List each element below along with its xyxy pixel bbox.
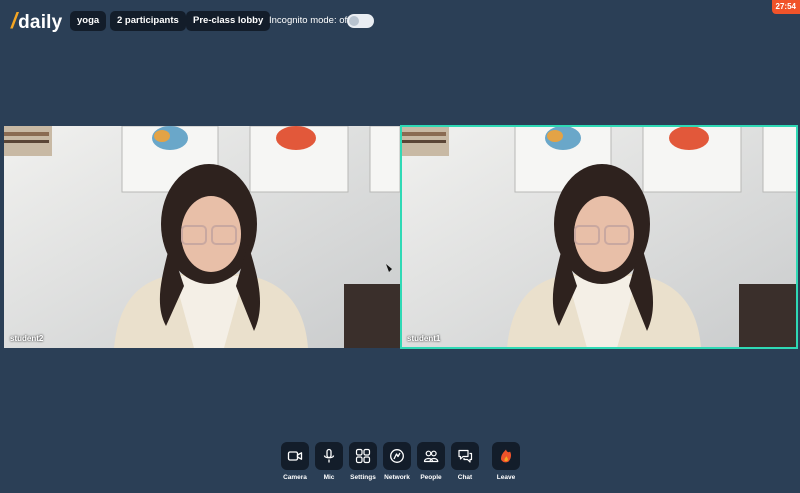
toggle-knob bbox=[349, 16, 359, 26]
video-frame-illustration bbox=[4, 126, 400, 348]
video-tile-student2[interactable]: student2 bbox=[4, 126, 400, 348]
chat-icon bbox=[458, 449, 473, 463]
chat-button[interactable]: Chat bbox=[448, 442, 482, 481]
settings-icon bbox=[355, 448, 371, 464]
session-timer: 27:54 bbox=[771, 0, 800, 14]
logo-slash: / bbox=[11, 8, 18, 33]
call-controls-bar: Camera Mic Settings Network People Chat … bbox=[0, 442, 800, 487]
camera-label: Camera bbox=[283, 474, 307, 481]
mic-label: Mic bbox=[323, 474, 335, 481]
incognito-label: Incognito mode: off bbox=[269, 15, 350, 26]
video-frame-illustration bbox=[401, 126, 797, 348]
leave-label: Leave bbox=[496, 474, 516, 481]
camera-icon bbox=[287, 451, 303, 461]
network-label: Network bbox=[384, 474, 410, 481]
room-name-badge: yoga bbox=[70, 11, 107, 31]
people-button[interactable]: People bbox=[414, 442, 448, 481]
settings-button-face[interactable] bbox=[349, 442, 377, 470]
settings-button[interactable]: Settings bbox=[346, 442, 380, 481]
people-button-face[interactable] bbox=[417, 442, 445, 470]
logo-text: daily bbox=[18, 12, 63, 33]
settings-label: Settings bbox=[350, 474, 376, 481]
camera-button[interactable]: Camera bbox=[278, 442, 312, 481]
chat-label: Chat bbox=[457, 474, 473, 481]
mic-button[interactable]: Mic bbox=[312, 442, 346, 481]
network-button[interactable]: Network bbox=[380, 442, 414, 481]
video-tile-student1[interactable]: student1 bbox=[400, 125, 798, 349]
leave-button[interactable]: Leave bbox=[489, 442, 523, 481]
people-label: People bbox=[420, 474, 442, 481]
camera-button-face[interactable] bbox=[281, 442, 309, 470]
participants-badge[interactable]: 2 participants bbox=[110, 11, 186, 31]
incognito-toggle[interactable] bbox=[347, 14, 374, 28]
daily-logo: / daily bbox=[11, 10, 62, 34]
people-icon bbox=[423, 450, 439, 463]
lobby-badge: Pre-class lobby bbox=[186, 11, 271, 31]
participant-name-student1: student1 bbox=[407, 334, 441, 343]
mic-icon bbox=[323, 448, 335, 463]
leave-icon bbox=[501, 449, 512, 463]
network-icon bbox=[390, 449, 404, 463]
chat-button-face[interactable] bbox=[451, 442, 479, 470]
leave-button-face[interactable] bbox=[492, 442, 520, 470]
network-button-face[interactable] bbox=[383, 442, 411, 470]
mic-button-face[interactable] bbox=[315, 442, 343, 470]
participant-name-student2: student2 bbox=[10, 334, 44, 343]
